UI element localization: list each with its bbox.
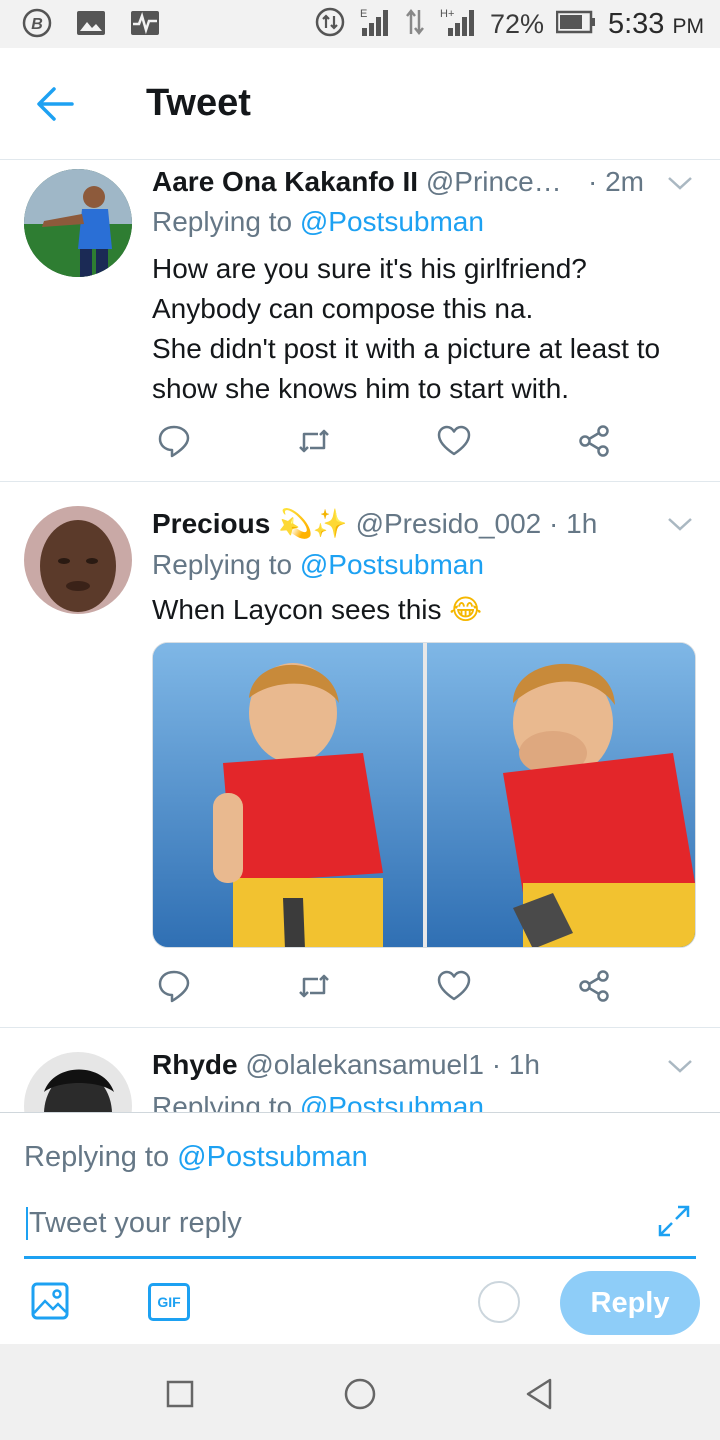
- battery-icon: [555, 10, 596, 39]
- retweet-icon[interactable]: [296, 968, 332, 1004]
- reply-icon[interactable]: [156, 423, 192, 459]
- reply-input-placeholder[interactable]: Tweet your reply: [26, 1207, 242, 1240]
- replying-to: Replying to @Postsubman: [152, 549, 484, 580]
- chevron-down-icon[interactable]: [666, 173, 694, 193]
- user-handle[interactable]: @Presido_002: [356, 508, 542, 539]
- home-circle-icon[interactable]: [340, 1374, 380, 1414]
- laughing-emoji: 😂: [449, 593, 482, 626]
- share-icon[interactable]: [576, 968, 612, 1004]
- display-name[interactable]: Precious: [152, 508, 270, 539]
- display-name[interactable]: Aare Ona Kakanfo II: [152, 166, 418, 197]
- user-handle[interactable]: @Prince…: [426, 166, 562, 197]
- signal-hplus-icon: H+: [438, 6, 478, 43]
- top-app-bar: Tweet: [0, 48, 720, 160]
- tweet-header: Precious 💫✨ @Presido_002 · 1h: [152, 507, 597, 540]
- svg-text:B: B: [31, 16, 43, 33]
- add-image-icon[interactable]: [30, 1281, 70, 1321]
- data-transfer-icon: [404, 6, 426, 43]
- mention-link[interactable]: @Postsubman: [300, 1091, 484, 1112]
- tweet-text: When Laycon sees this 😂: [152, 593, 482, 626]
- b-badge-icon: B: [20, 8, 54, 38]
- battery-percent: 72%: [489, 8, 544, 39]
- name-emoji: 💫✨: [278, 507, 348, 540]
- character-count-ring: [478, 1281, 520, 1323]
- tweet-time: · 1h: [491, 1049, 540, 1080]
- share-icon[interactable]: [576, 423, 612, 459]
- reply-button[interactable]: Reply: [560, 1271, 700, 1335]
- page-title: Tweet: [146, 82, 251, 124]
- back-triangle-icon[interactable]: [520, 1374, 560, 1414]
- activity-icon: [128, 8, 162, 38]
- composer-toolbar: GIF Reply: [0, 1271, 720, 1343]
- reply-composer: Replying to @Postsubman Tweet your reply…: [0, 1112, 720, 1344]
- svg-text:H+: H+: [440, 8, 454, 20]
- display-name[interactable]: Rhyde: [152, 1049, 238, 1080]
- tweet-time: · 2m: [588, 166, 644, 197]
- chevron-down-icon[interactable]: [666, 1056, 694, 1076]
- replying-to: Replying to @Postsubman: [152, 206, 484, 237]
- tweet[interactable]: Rhyde @olalekansamuel1 · 1h Replying to …: [0, 1028, 720, 1112]
- tweet-header: Aare Ona Kakanfo II @Prince…: [152, 166, 562, 198]
- gif-button[interactable]: GIF: [148, 1283, 190, 1321]
- tweet-time: · 1h: [549, 508, 598, 539]
- like-icon[interactable]: [436, 423, 472, 459]
- status-bar: B E H+ 72% 5:33 PM: [0, 0, 720, 48]
- avatar[interactable]: [24, 1052, 132, 1112]
- reply-input[interactable]: Tweet your reply: [24, 1201, 696, 1259]
- tweet[interactable]: Precious 💫✨ @Presido_002 · 1h Replying t…: [0, 482, 720, 1028]
- user-handle[interactable]: @olalekansamuel1: [245, 1049, 484, 1080]
- retweet-icon[interactable]: [296, 423, 332, 459]
- avatar[interactable]: [24, 169, 132, 277]
- composer-replying-to: Replying to @Postsubman: [24, 1141, 368, 1173]
- replying-to: Replying to @Postsubman: [152, 1091, 484, 1112]
- tweet-media-image[interactable]: [152, 642, 696, 948]
- tweet-actions: [152, 423, 622, 463]
- clock: 5:33 PM: [607, 7, 704, 40]
- back-arrow-icon[interactable]: [34, 84, 78, 124]
- tweet-text: How are you sure it's his girlfriend? An…: [152, 253, 661, 404]
- like-icon[interactable]: [436, 968, 472, 1004]
- avatar[interactable]: [24, 506, 132, 614]
- tweet[interactable]: Aare Ona Kakanfo II @Prince… · 2m Replyi…: [0, 161, 720, 482]
- image-icon: [74, 8, 108, 38]
- tweet-actions: [152, 968, 622, 1008]
- mention-link[interactable]: @Postsubman: [177, 1141, 368, 1173]
- data-saver-icon: [314, 6, 346, 43]
- signal-e-icon: E: [358, 6, 392, 43]
- mention-link[interactable]: @Postsubman: [300, 549, 484, 580]
- svg-text:E: E: [360, 8, 367, 20]
- expand-icon[interactable]: [656, 1203, 692, 1239]
- recents-square-icon[interactable]: [160, 1374, 200, 1414]
- reply-icon[interactable]: [156, 968, 192, 1004]
- mention-link[interactable]: @Postsubman: [300, 206, 484, 237]
- system-nav-bar: [0, 1344, 720, 1440]
- tweet-header: Rhyde @olalekansamuel1 · 1h: [152, 1049, 540, 1081]
- chevron-down-icon[interactable]: [666, 514, 694, 534]
